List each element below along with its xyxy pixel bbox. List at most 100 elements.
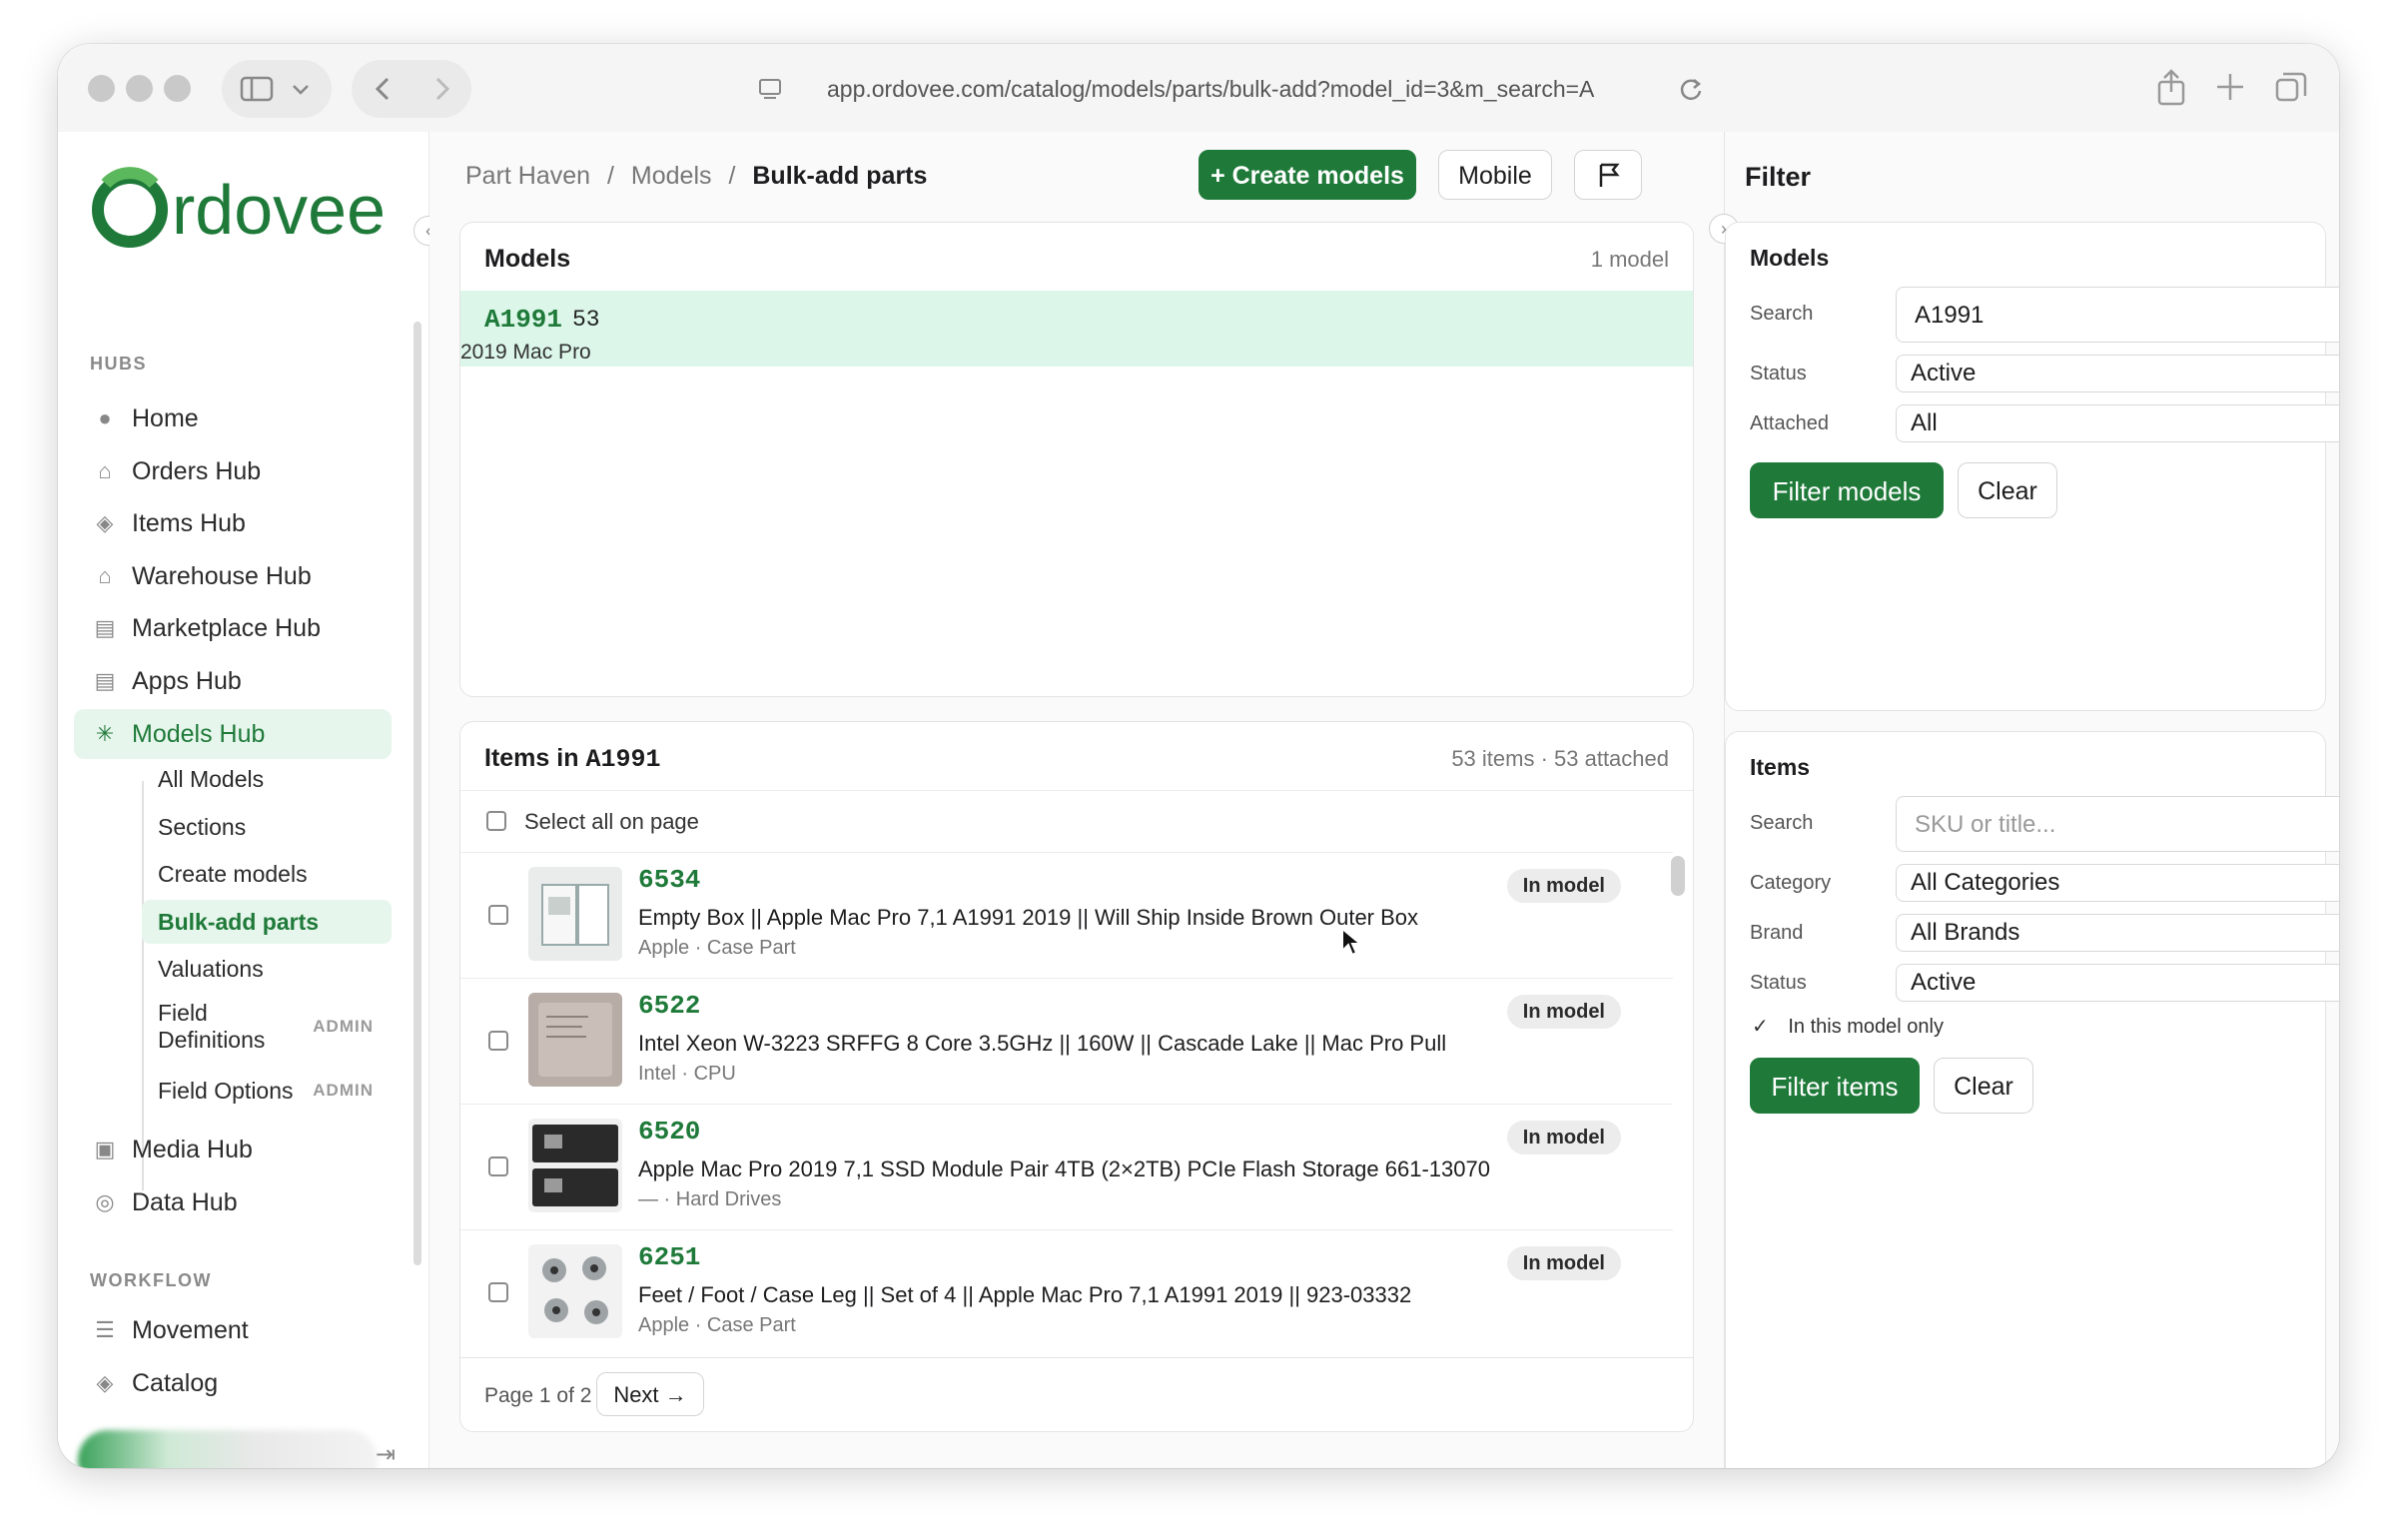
sidebar-item-movement[interactable]: ☰ Movement [74, 1305, 392, 1355]
model-name: 2019 Mac Pro [460, 341, 591, 364]
item-sku[interactable]: 6520 [638, 1117, 700, 1147]
share-icon[interactable] [2153, 68, 2189, 108]
flag-icon [1599, 163, 1620, 187]
mobile-button[interactable]: Mobile [1438, 150, 1552, 200]
table-row[interactable]: 6522 Intel Xeon W-3223 SRFFG 8 Core 3.5G… [460, 978, 1673, 1104]
sidebar-item-orders-hub[interactable]: ⌂ Orders Hub [74, 446, 392, 496]
sidebar-item-media-hub[interactable]: ▣ Media Hub [74, 1125, 392, 1174]
table-row[interactable]: 6534 Empty Box || Apple Mac Pro 7,1 A199… [460, 852, 1673, 978]
submenu-create-models[interactable]: Create models [142, 852, 392, 896]
minimize-window-button[interactable] [126, 75, 153, 102]
image-icon: ▣ [94, 1137, 116, 1161]
back-icon[interactable] [375, 77, 390, 101]
model-row-selected[interactable]: A1991 53 2019 Mac Pro [460, 291, 1693, 367]
in-model-only-checkbox[interactable]: ✓ In this model only [1752, 1014, 1944, 1039]
next-page-button[interactable]: Next → [596, 1372, 704, 1416]
logout-icon[interactable]: ⇥ [376, 1440, 396, 1468]
items-category-select[interactable]: All Categories⇕ [1896, 864, 2339, 902]
list-icon: ☰ [95, 1317, 115, 1342]
models-attached-label: Attached [1750, 412, 1829, 434]
sidebar-item-warehouse-hub[interactable]: ⌂ Warehouse Hub [74, 551, 392, 601]
new-tab-icon[interactable] [2213, 70, 2247, 104]
items-list-scrollbar[interactable] [1671, 856, 1685, 896]
models-attached-select[interactable]: All⇕ [1896, 404, 2339, 442]
models-status-select[interactable]: Active⇕ [1896, 355, 2339, 392]
database-icon: ◎ [95, 1189, 115, 1214]
filter-models-button[interactable]: Filter models [1750, 462, 1944, 518]
hubs-section-label: HUBS [90, 354, 148, 374]
item-title: Apple Mac Pro 2019 7,1 SSD Module Pair 4… [638, 1156, 1490, 1181]
items-filter-card: Items Search SKU or title... Category Al… [1725, 731, 2339, 1468]
table-row[interactable]: 6520 Apple Mac Pro 2019 7,1 SSD Module P… [460, 1104, 1673, 1229]
row-checkbox[interactable] [488, 905, 508, 925]
models-filter-heading: Models [1750, 245, 1830, 271]
items-search-input[interactable]: SKU or title... [1896, 796, 2339, 852]
row-checkbox[interactable] [488, 1156, 508, 1176]
submenu-field-options[interactable]: Field Options ADMIN [142, 1069, 392, 1113]
item-title: Intel Xeon W-3223 SRFFG 8 Core 3.5GHz ||… [638, 1031, 1447, 1056]
item-title: Feet / Foot / Case Leg || Set of 4 || Ap… [638, 1282, 1412, 1307]
mouse-cursor-icon [1341, 927, 1362, 957]
breadcrumb-part-haven[interactable]: Part Haven [465, 162, 590, 190]
sidebar-item-data-hub[interactable]: ◎ Data Hub [74, 1177, 392, 1227]
zoom-window-button[interactable] [164, 75, 191, 102]
item-sku[interactable]: 6522 [638, 991, 700, 1021]
items-filter-heading: Items [1750, 754, 1811, 780]
admin-badge: ADMIN [313, 1081, 374, 1100]
submenu-all-models[interactable]: All Models [142, 757, 392, 801]
items-brand-select[interactable]: All Brands⇕ [1896, 914, 2339, 952]
clear-items-filter-button[interactable]: Clear [1934, 1058, 2033, 1114]
filter-items-button[interactable]: Filter items [1750, 1058, 1920, 1114]
table-row[interactable]: 6251 Feet / Foot / Case Leg || Set of 4 … [460, 1229, 1673, 1355]
select-all-checkbox[interactable] [486, 811, 506, 831]
models-card: Models 1 model A1991 53 2019 Mac Pro [459, 222, 1694, 697]
page-icon [759, 79, 781, 99]
sidebar-item-items-hub[interactable]: ◈ Items Hub [74, 498, 392, 548]
reload-icon[interactable] [1678, 76, 1704, 102]
flag-button[interactable] [1574, 150, 1642, 200]
sidebar-icon [240, 76, 309, 102]
breadcrumb: Part Haven / Models / Bulk-add parts [465, 162, 928, 190]
items-status-select[interactable]: Active⇕ [1896, 964, 2339, 1002]
sidebar-item-marketplace-hub[interactable]: ▤ Marketplace Hub [74, 603, 392, 653]
item-meta: Intel · CPU [638, 1063, 736, 1085]
breadcrumb-models[interactable]: Models [631, 162, 712, 190]
close-window-button[interactable] [88, 75, 115, 102]
address-bar[interactable]: app.ordovee.com/catalog/models/parts/bul… [737, 60, 1716, 118]
sidebar: rdovee HUBS ● Home ⌂ Orders Hub ◈ Items Hub… [58, 132, 443, 1468]
submenu-bulk-add-parts[interactable]: Bulk-add parts [142, 900, 392, 944]
submenu-sections[interactable]: Sections [142, 805, 392, 849]
row-checkbox[interactable] [488, 1031, 508, 1051]
clear-models-filter-button[interactable]: Clear [1958, 462, 2057, 518]
tab-overview-icon[interactable] [2273, 70, 2309, 106]
forward-icon[interactable] [435, 77, 450, 101]
select-all-label: Select all on page [524, 809, 699, 834]
ordovee-logo[interactable]: rdovee [88, 162, 407, 262]
sidebar-item-apps-hub[interactable]: ▤ Apps Hub [74, 656, 392, 706]
sidebar-item-home[interactable]: ● Home [74, 393, 392, 443]
dot-icon: ● [98, 405, 112, 430]
filter-panel: › Filter Models Search A1991 Status Acti… [1709, 132, 2339, 1468]
sidebar-item-models-hub[interactable]: ✳ Models Hub [74, 709, 392, 759]
pagination: Page 1 of 2 Next → [460, 1357, 1693, 1431]
submenu-valuations[interactable]: Valuations [142, 947, 392, 991]
models-search-input[interactable]: A1991 [1896, 287, 2339, 343]
status-badge: In model [1506, 1121, 1621, 1155]
select-all-row: Select all on page [460, 790, 1693, 852]
models-search-label: Search [1750, 303, 1814, 325]
breadcrumb-current: Bulk-add parts [752, 162, 928, 190]
sidebar-scrollbar[interactable] [413, 322, 421, 1265]
sidebar-item-catalog[interactable]: ◈ Catalog [74, 1358, 392, 1408]
submenu-field-definitions[interactable]: Field Definitions ADMIN [142, 997, 392, 1057]
models-count: 1 model [1590, 247, 1669, 272]
item-sku[interactable]: 6534 [638, 865, 700, 895]
warehouse-icon: ⌂ [98, 563, 112, 588]
item-sku[interactable]: 6251 [638, 1242, 700, 1272]
items-card-title: Items in A1991 [484, 744, 661, 774]
row-checkbox[interactable] [488, 1282, 508, 1302]
create-models-button[interactable]: + Create models [1198, 150, 1416, 200]
item-thumbnail [528, 993, 622, 1087]
user-account-blurred[interactable] [78, 1430, 378, 1468]
sidebar-toggle-button[interactable] [222, 60, 332, 118]
admin-badge: ADMIN [313, 1017, 374, 1036]
